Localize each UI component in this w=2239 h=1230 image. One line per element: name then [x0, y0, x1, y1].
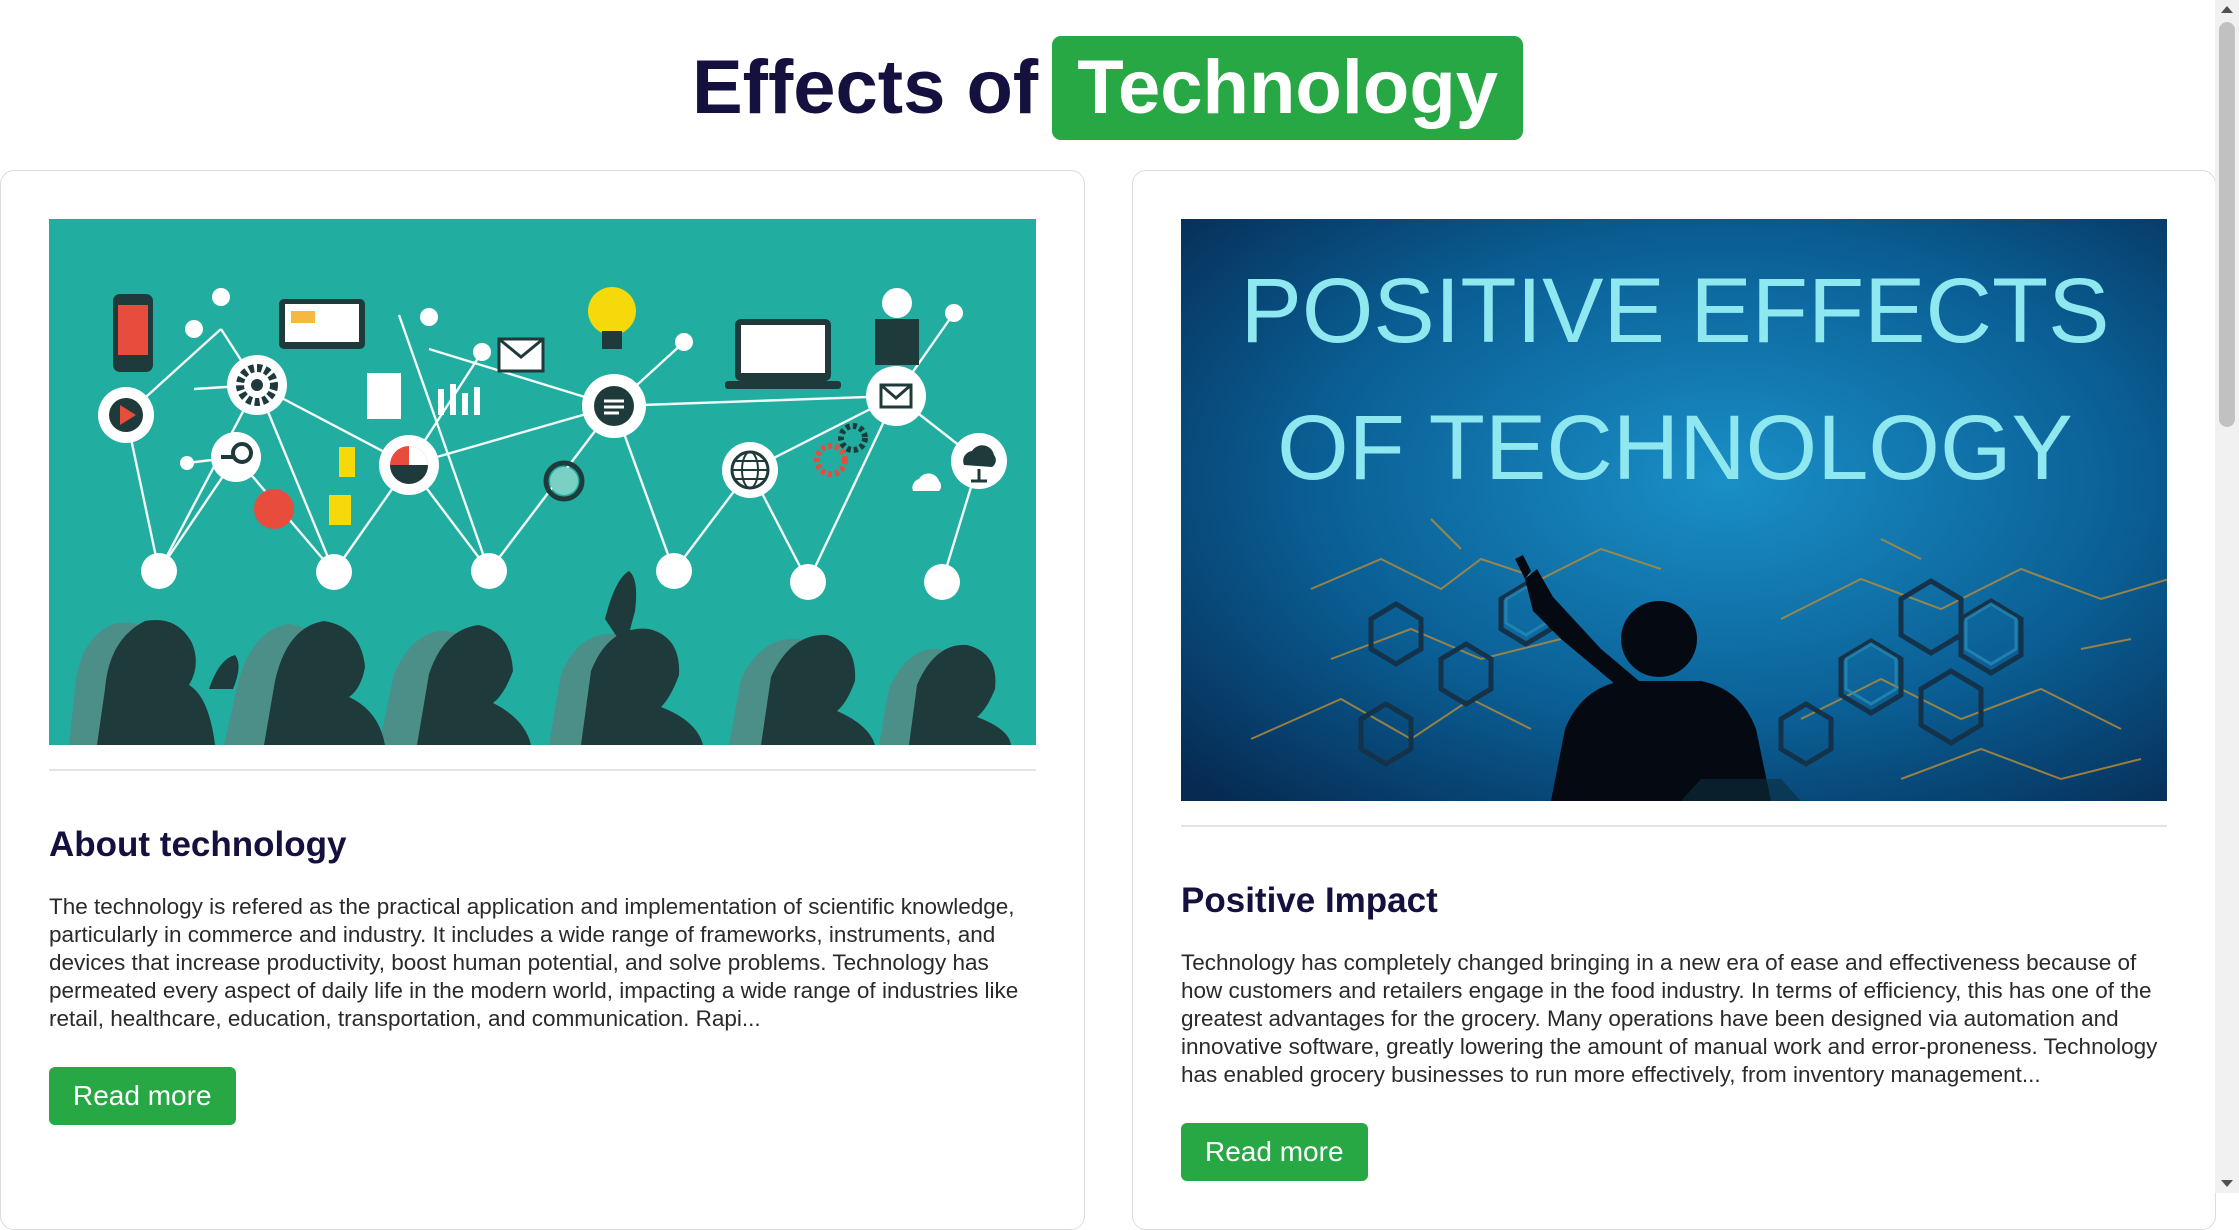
- image-heading-line1: POSITIVE EFFECTS: [1240, 260, 2109, 362]
- article-card-positive-impact: POSITIVE EFFECTS OF TECHNOLOGY Positive …: [1132, 170, 2216, 1230]
- card-description: The technology is refered as the practic…: [49, 894, 1019, 1031]
- page-title-lead: Effects of: [691, 44, 1039, 130]
- page-title-highlight: Technology: [1052, 35, 1524, 140]
- article-card-about: About technology The technology is refer…: [0, 170, 1085, 1230]
- card-description: Technology has completely changed bringi…: [1181, 950, 2158, 1087]
- read-more-button[interactable]: Read more: [1181, 1123, 1368, 1181]
- vertical-scrollbar[interactable]: [2215, 0, 2239, 1193]
- card-image-technology-network: [49, 219, 1036, 745]
- card-image-positive-effects: POSITIVE EFFECTS OF TECHNOLOGY: [1181, 219, 2167, 801]
- positive-effects-illustration: POSITIVE EFFECTS OF TECHNOLOGY: [1181, 219, 2167, 801]
- scroll-up-arrow-icon[interactable]: [2221, 6, 2233, 13]
- scroll-down-arrow-icon[interactable]: [2221, 1180, 2233, 1187]
- read-more-button[interactable]: Read more: [49, 1067, 236, 1125]
- card-divider: [1181, 825, 2167, 827]
- card-title: About technology: [49, 825, 347, 864]
- page-title: Effects of Technology: [0, 30, 2215, 141]
- scrollbar-thumb[interactable]: [2219, 22, 2235, 427]
- card-title: Positive Impact: [1181, 881, 1438, 920]
- image-heading-line2: OF TECHNOLOGY: [1277, 397, 2073, 499]
- technology-network-illustration: [49, 219, 1036, 745]
- card-divider: [49, 769, 1036, 771]
